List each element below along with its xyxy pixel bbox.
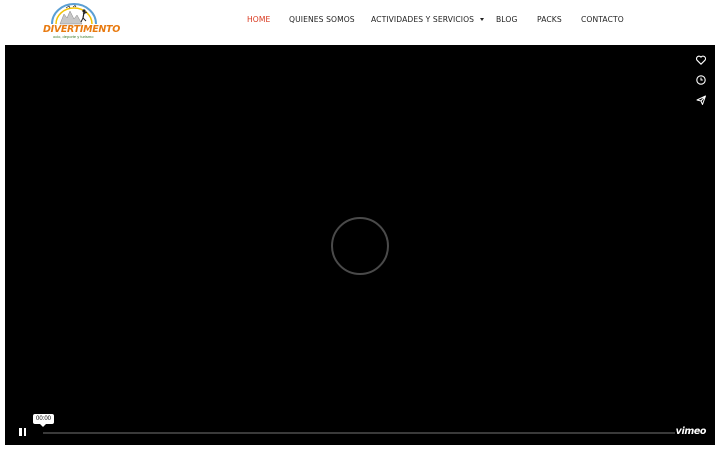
nav-actividades-label: ACTIVIDADES Y SERVICIOS — [371, 15, 475, 24]
pause-icon-bar — [23, 428, 26, 436]
heart-icon[interactable] — [695, 53, 707, 65]
progress-bar[interactable] — [43, 432, 675, 434]
pause-icon — [19, 428, 22, 436]
nav-packs[interactable]: PACKS — [537, 15, 562, 24]
loading-spinner — [331, 217, 389, 275]
video-player[interactable]: 00:00 vimeo — [5, 45, 715, 445]
nav-home[interactable]: HOME — [247, 15, 270, 24]
nav-blog[interactable]: BLOG — [496, 15, 517, 24]
nav-quienes-somos[interactable]: QUIENES SOMOS — [289, 15, 355, 24]
pause-button[interactable] — [18, 427, 28, 437]
nav-actividades-y-servicios[interactable]: ACTIVIDADES Y SERVICIOS — [371, 15, 485, 24]
paper-plane-icon[interactable] — [695, 93, 707, 105]
chevron-down-icon — [480, 17, 485, 21]
time-tooltip: 00:00 — [33, 414, 55, 427]
clock-icon[interactable] — [695, 73, 707, 85]
player-controls: 00:00 vimeo — [5, 413, 715, 445]
site-header: DIVERTIMENTO ocio, deporte y turismo HOM… — [0, 0, 720, 45]
vimeo-logo[interactable]: vimeo — [676, 426, 707, 437]
nav-contacto[interactable]: CONTACTO — [581, 15, 624, 24]
main-nav: HOME QUIENES SOMOS ACTIVIDADES Y SERVICI… — [0, 0, 720, 40]
